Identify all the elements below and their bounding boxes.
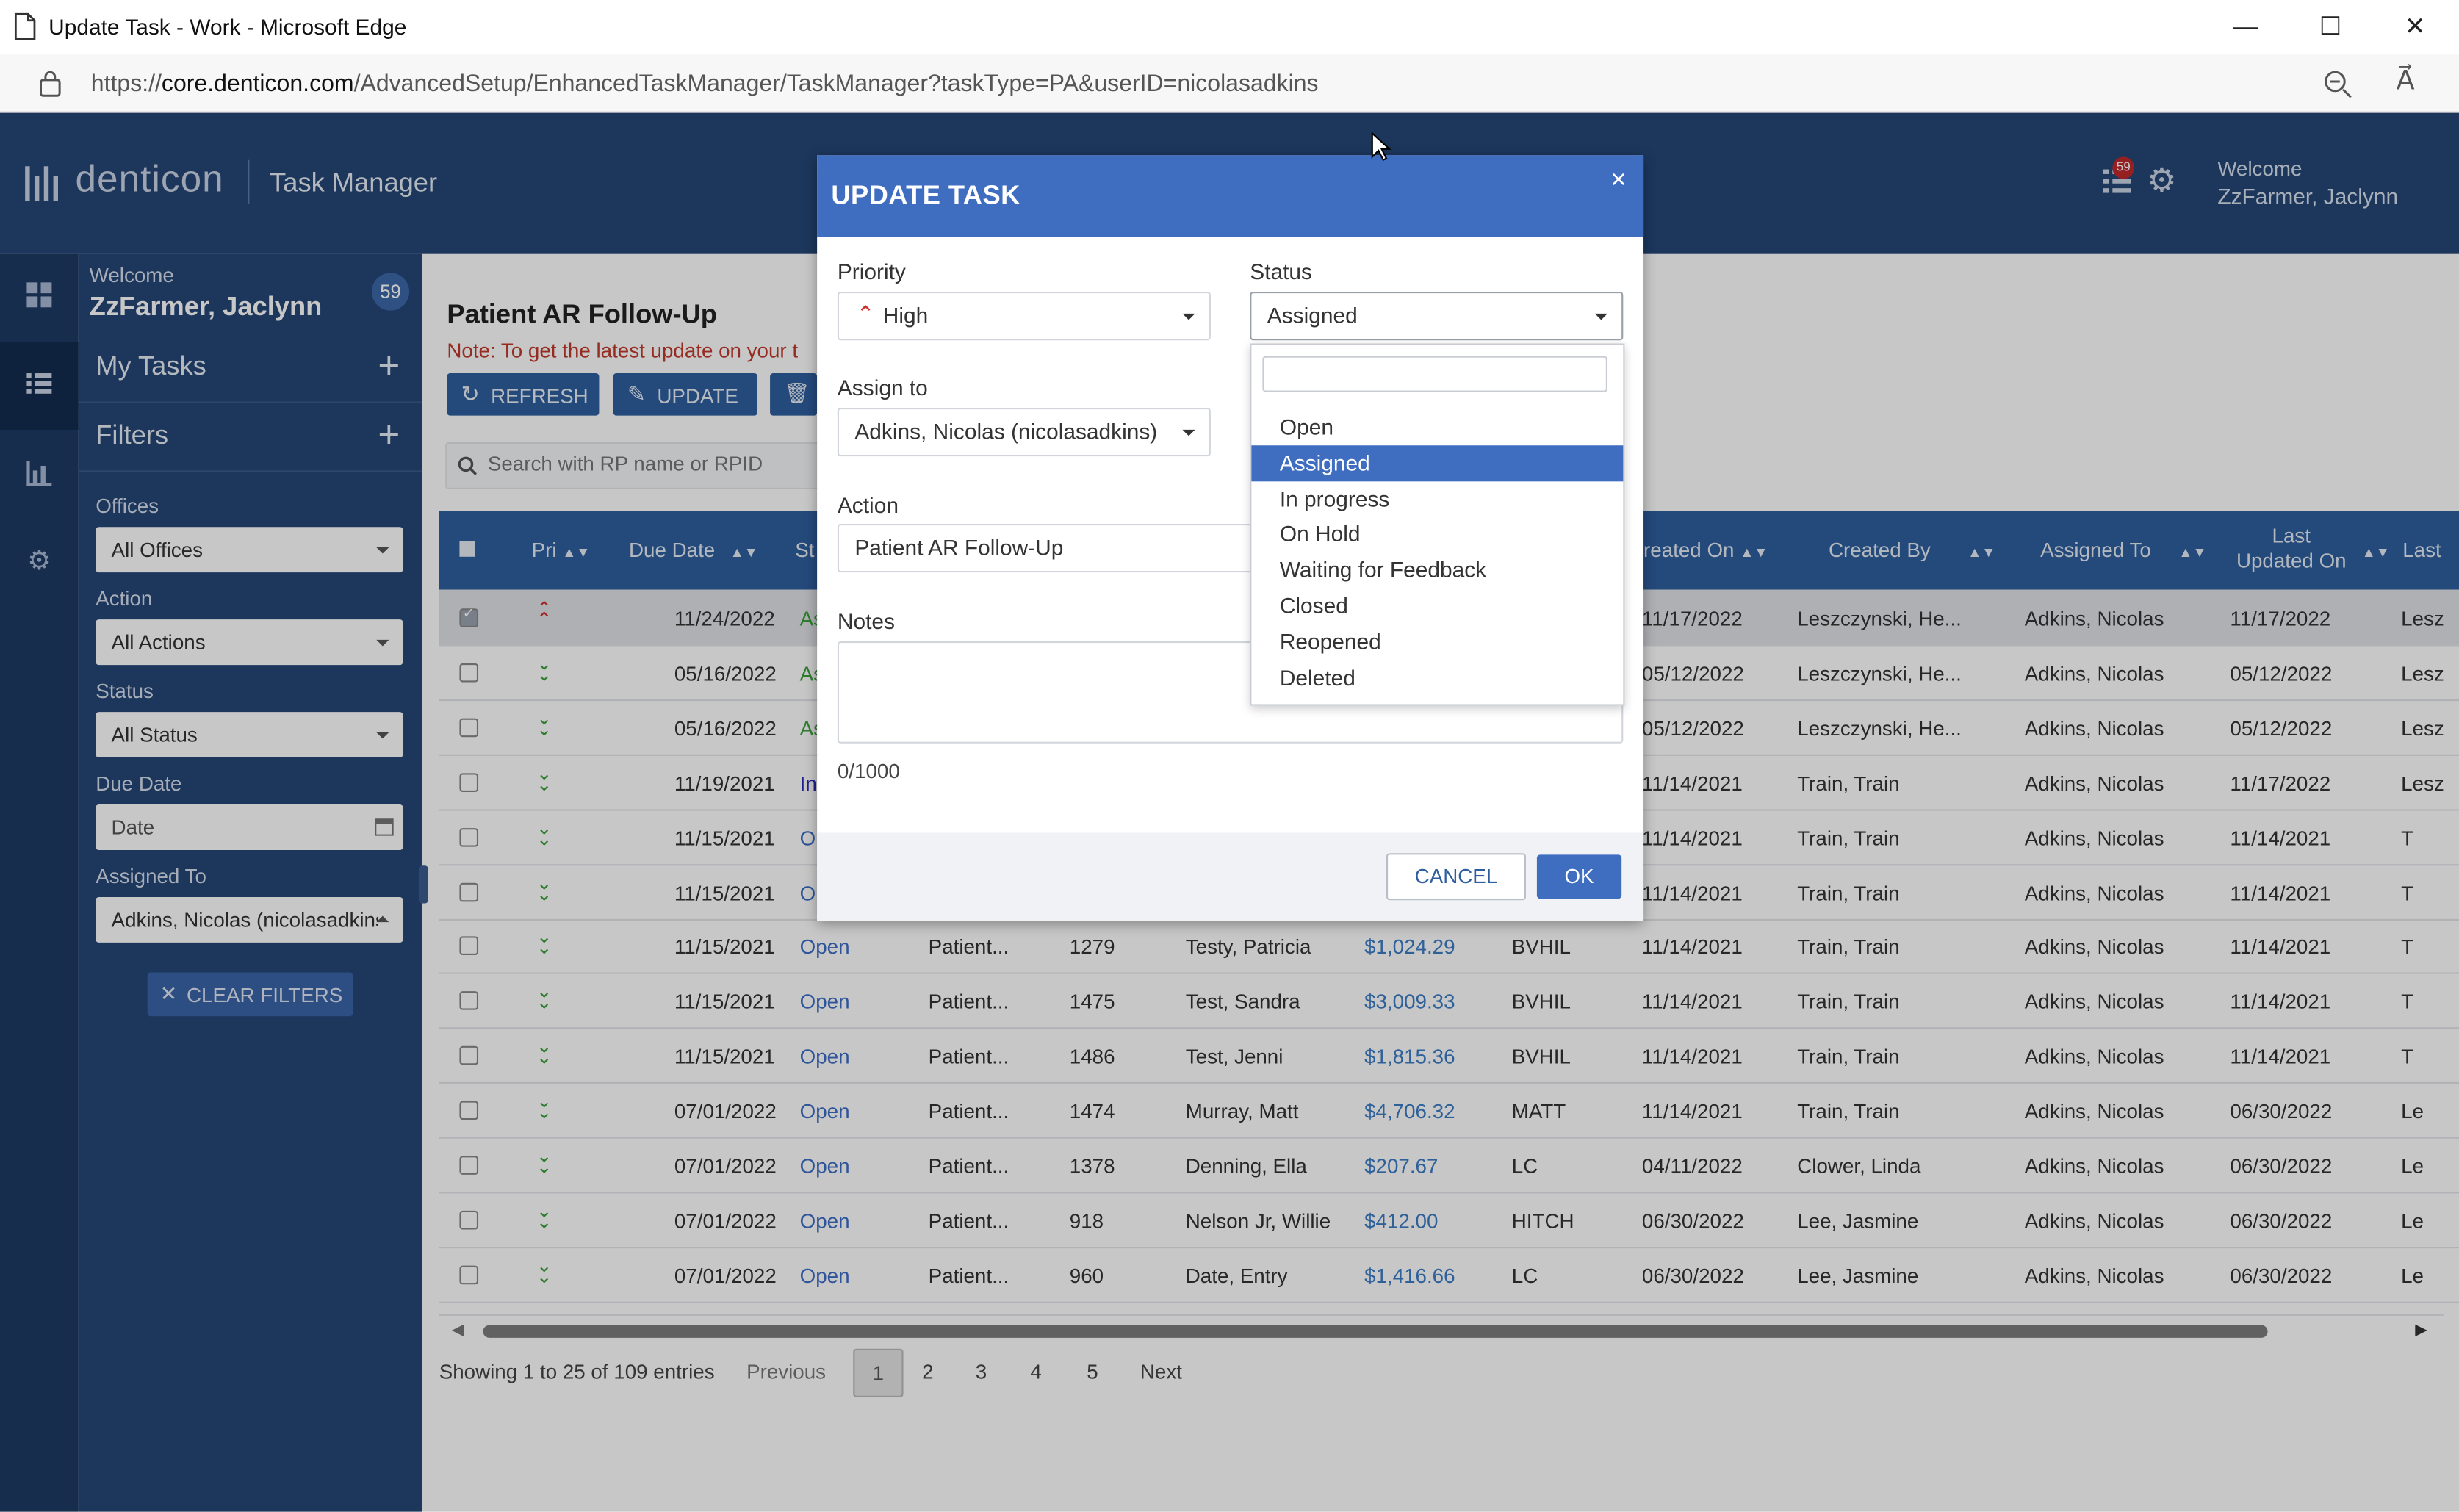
- priority-select[interactable]: ⌃ High: [837, 292, 1211, 341]
- priority-high-icon: ⌃: [856, 300, 875, 326]
- action-label: Action: [837, 492, 899, 518]
- status-dropdown-list: Open Assigned In progress On Hold Waiting fo…: [1250, 343, 1625, 706]
- maximize-button[interactable]: ☐: [2308, 10, 2352, 47]
- cancel-button[interactable]: CANCEL: [1386, 853, 1526, 901]
- status-option-label: In progress: [1279, 485, 1390, 511]
- lock-icon: [40, 71, 61, 97]
- status-option[interactable]: Assigned: [1251, 444, 1624, 481]
- assign-to-label: Assign to: [837, 375, 928, 400]
- dialog-footer: CANCEL OK: [817, 832, 1644, 921]
- dialog-title: UPDATE TASK: [831, 180, 1020, 211]
- status-label: Status: [1250, 259, 1313, 284]
- status-option[interactable]: Waiting for Feedback: [1251, 552, 1623, 588]
- screen: Update Task - Work - Microsoft Edge — ☐ …: [0, 0, 2459, 1512]
- status-filter-input[interactable]: [1262, 356, 1607, 392]
- ok-button[interactable]: OK: [1536, 854, 1622, 899]
- chevron-down-icon: [1594, 313, 1607, 320]
- status-option[interactable]: In progress: [1251, 480, 1623, 516]
- browser-titlebar: Update Task - Work - Microsoft Edge — ☐ …: [0, 0, 2459, 57]
- status-option-label: Reopened: [1279, 628, 1381, 654]
- status-option-label: Closed: [1279, 592, 1348, 619]
- notes-label: Notes: [837, 608, 895, 634]
- address-bar[interactable]: https://core.denticon.com/AdvancedSetup/…: [0, 54, 2459, 113]
- page-icon: [14, 12, 36, 40]
- status-option[interactable]: Reopened: [1251, 624, 1623, 660]
- status-option[interactable]: Deleted: [1251, 660, 1623, 696]
- zoom-out-icon[interactable]: [2322, 69, 2354, 101]
- status-option[interactable]: Closed: [1251, 588, 1623, 624]
- minimize-button[interactable]: —: [2224, 10, 2268, 47]
- status-option-label: Waiting for Feedback: [1279, 557, 1487, 583]
- window-title: Update Task - Work - Microsoft Edge: [48, 14, 407, 40]
- close-window-button[interactable]: ✕: [2393, 10, 2437, 47]
- chevron-down-icon: [1182, 429, 1195, 436]
- notes-char-count: 0/1000: [837, 759, 900, 783]
- url-text[interactable]: https://core.denticon.com/AdvancedSetup/…: [91, 71, 1319, 97]
- assign-to-select[interactable]: Adkins, Nicolas (nicolasadkins): [837, 407, 1211, 457]
- dialog-close-icon[interactable]: ×: [1610, 165, 1626, 196]
- read-aloud-icon[interactable]: A⃗: [2397, 66, 2415, 98]
- status-option-label: Deleted: [1279, 664, 1355, 690]
- status-option[interactable]: Open: [1251, 409, 1623, 445]
- status-option-label: On Hold: [1279, 521, 1361, 547]
- dialog-header: UPDATE TASK ×: [817, 155, 1644, 237]
- status-option-label: Open: [1279, 414, 1333, 439]
- status-select[interactable]: Assigned: [1250, 292, 1624, 341]
- mouse-cursor-icon: [1371, 132, 1392, 162]
- chevron-down-icon: [1182, 313, 1195, 320]
- status-option[interactable]: On Hold: [1251, 516, 1623, 552]
- status-option-label: Assigned: [1279, 450, 1370, 475]
- priority-label: Priority: [837, 259, 906, 284]
